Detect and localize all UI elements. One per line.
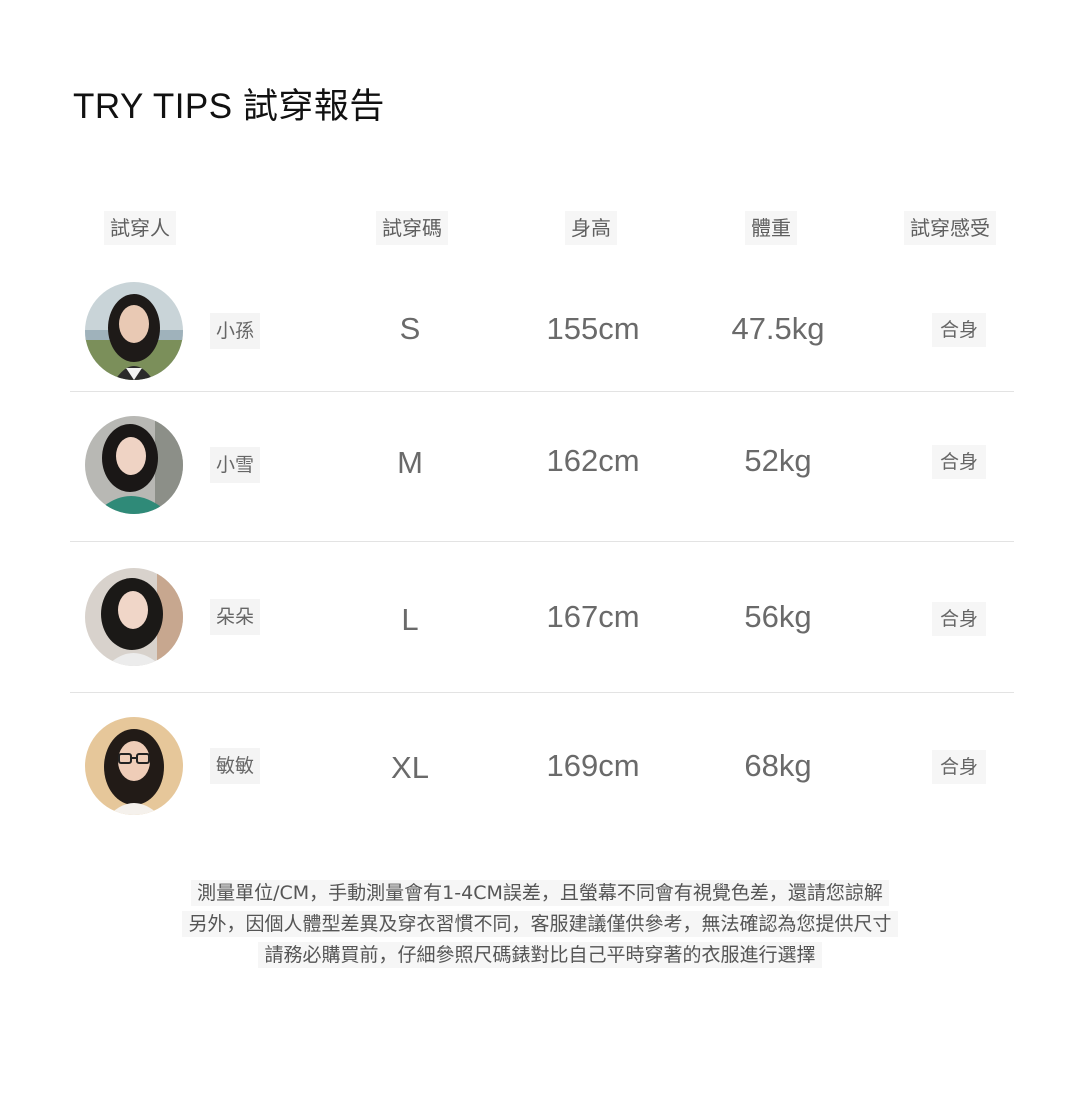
- header-size: 試穿碼: [376, 211, 448, 245]
- weight-value: 47.5kg: [731, 311, 825, 346]
- fit-badge: 合身: [932, 313, 987, 347]
- size-value: S: [399, 311, 421, 346]
- tester-name: 小孫: [210, 313, 261, 349]
- avatar: [85, 568, 183, 666]
- height-value: 155cm: [546, 311, 640, 346]
- weight-value: 68kg: [744, 748, 812, 783]
- height-value: 167cm: [546, 599, 640, 634]
- page-title: TRY TIPS 試穿報告: [73, 87, 385, 126]
- avatar: [85, 282, 183, 380]
- disclaimer-line-1: 測量單位/CM，手動測量會有1-4CM誤差，且螢幕不同會有視覺色差，還請您諒解: [0, 878, 1080, 908]
- avatar: [85, 717, 183, 815]
- header-feel: 試穿感受: [904, 211, 996, 245]
- size-value: M: [397, 445, 423, 480]
- size-value: XL: [391, 750, 429, 785]
- avatar: [85, 416, 183, 514]
- row-divider: [70, 541, 1014, 542]
- disclaimer-line-3: 請務必購買前，仔細參照尺碼錶對比自己平時穿著的衣服進行選擇: [0, 940, 1080, 970]
- disclaimer-line-2: 另外，因個人體型差異及穿衣習慣不同，客服建議僅供參考，無法確認為您提供尺寸: [0, 909, 1080, 939]
- tester-name: 朵朵: [210, 599, 261, 635]
- weight-value: 56kg: [744, 599, 812, 634]
- fit-badge: 合身: [932, 602, 987, 636]
- header-height: 身高: [565, 211, 617, 245]
- fit-badge: 合身: [932, 445, 987, 479]
- header-weight: 體重: [745, 211, 797, 245]
- header-person: 試穿人: [104, 211, 176, 245]
- tester-name: 小雪: [210, 447, 261, 483]
- weight-value: 52kg: [744, 443, 812, 478]
- height-value: 162cm: [546, 443, 640, 478]
- fit-badge: 合身: [932, 750, 987, 784]
- row-divider: [70, 692, 1014, 693]
- tester-name: 敏敏: [210, 748, 261, 784]
- size-value: L: [401, 602, 419, 637]
- row-divider: [70, 391, 1014, 392]
- height-value: 169cm: [546, 748, 640, 783]
